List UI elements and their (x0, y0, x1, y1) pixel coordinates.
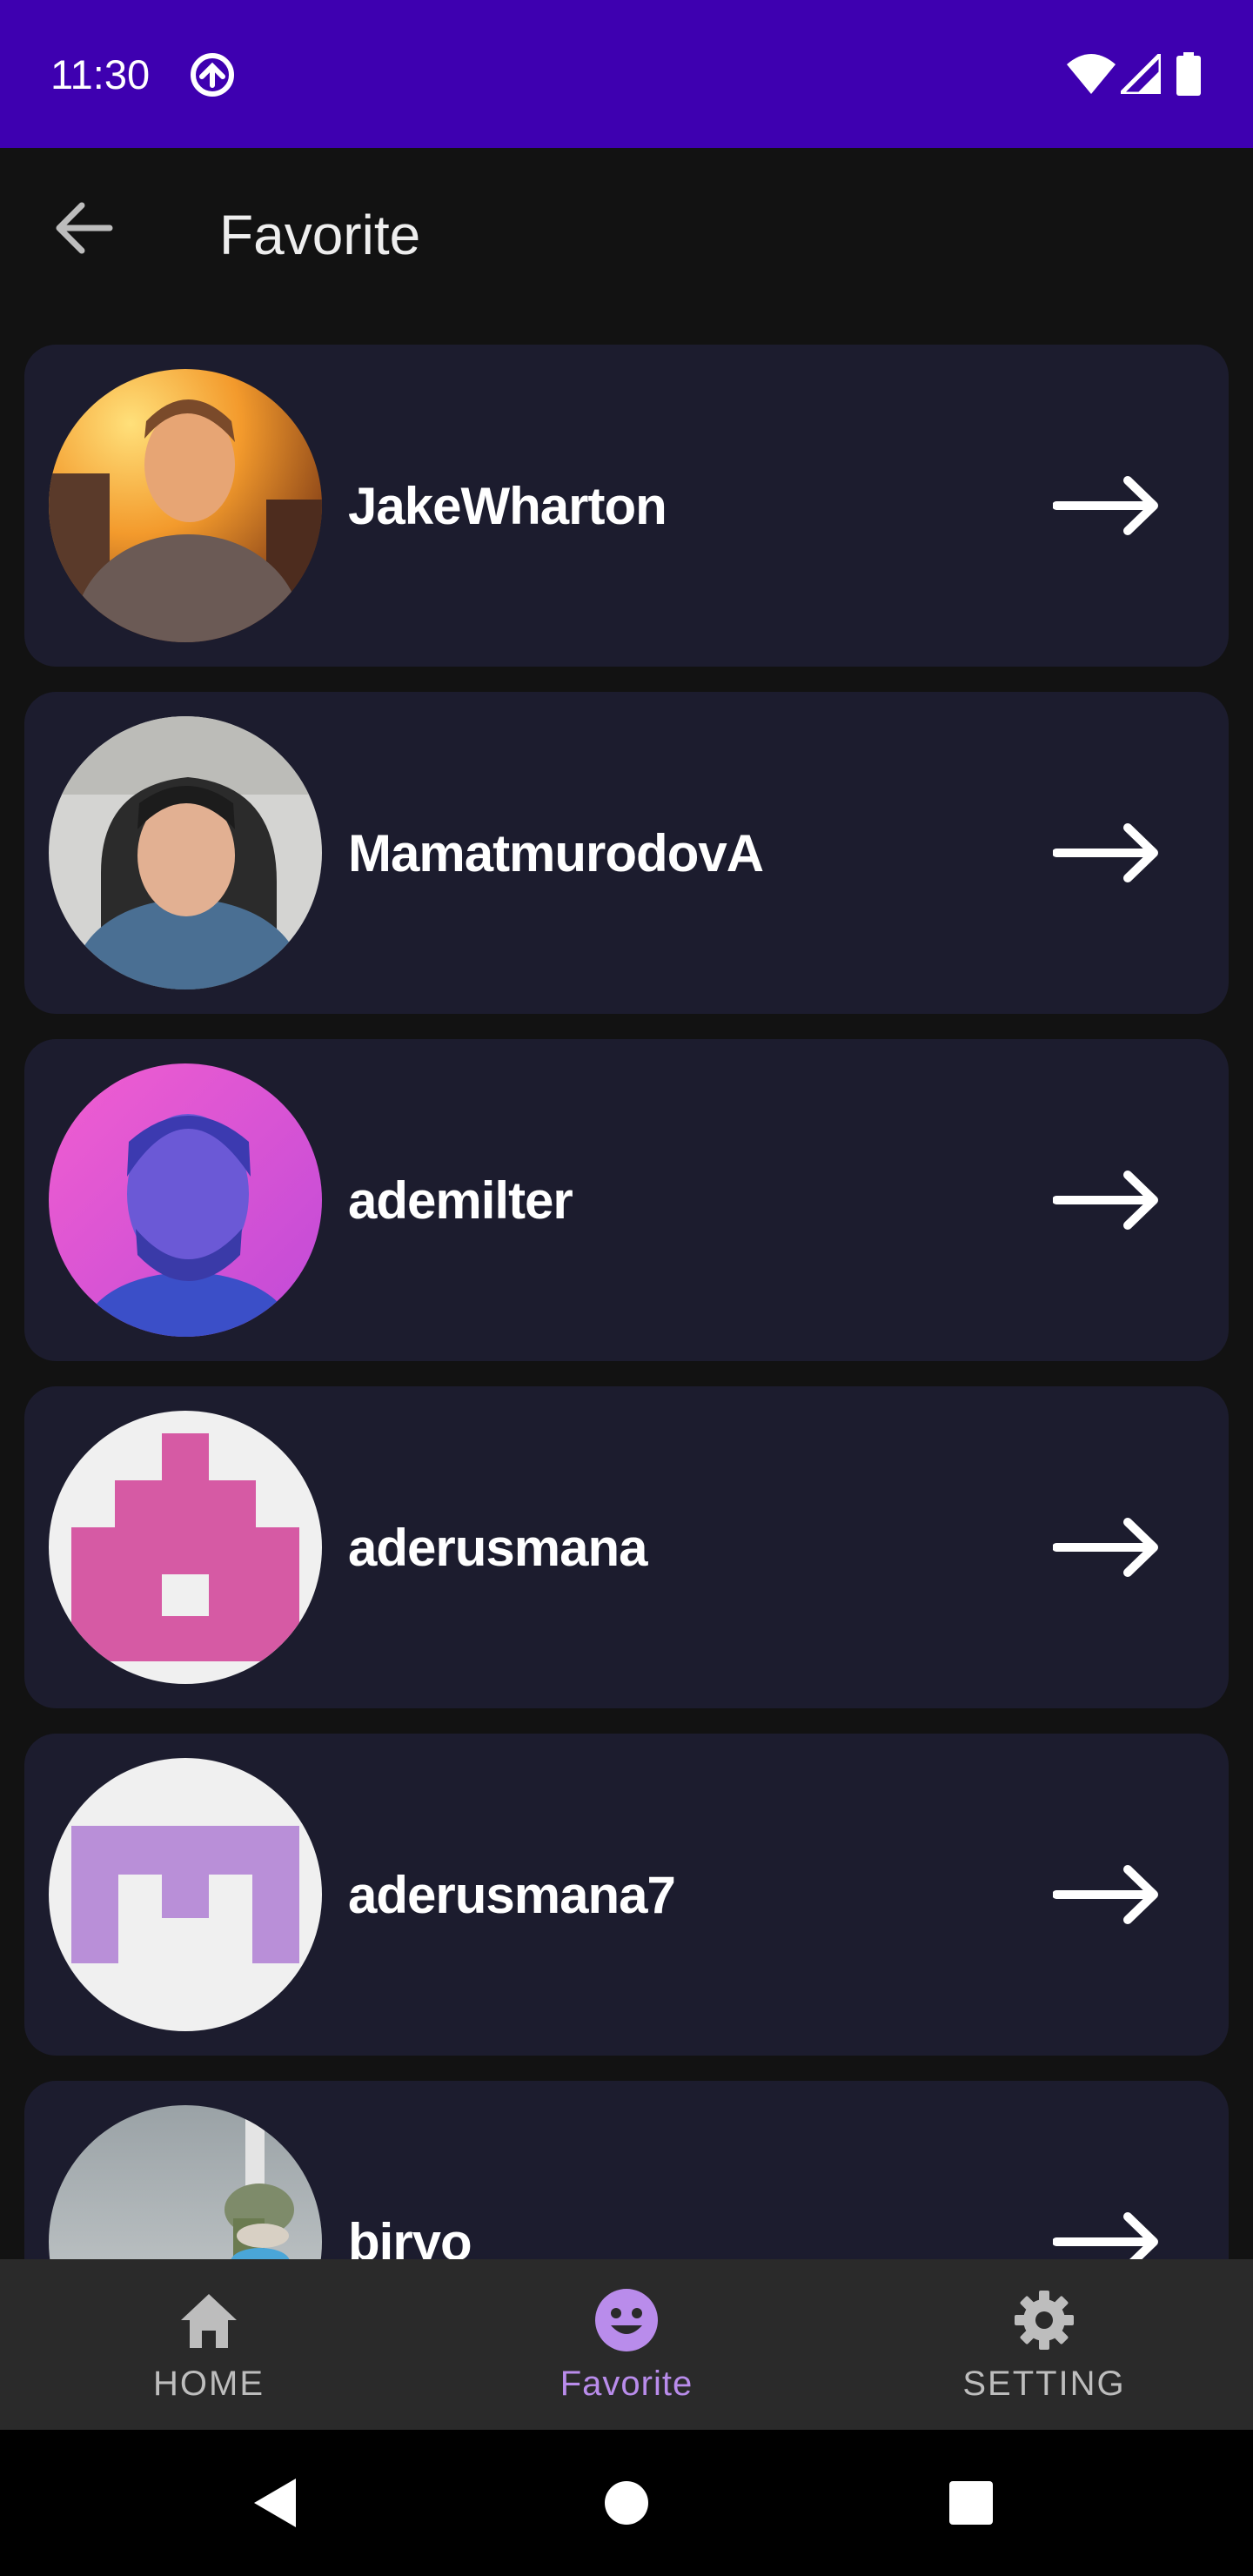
battery-icon (1176, 52, 1201, 96)
favorite-item[interactable]: JakeWharton (24, 345, 1229, 667)
username: ademilter (348, 1171, 573, 1230)
sync-icon (191, 53, 234, 97)
back-button[interactable] (38, 183, 129, 273)
favorite-item[interactable]: aderusmana7 (24, 1734, 1229, 2056)
username: MamatmurodovA (348, 824, 764, 882)
avatar (49, 2105, 322, 2259)
home-icon (181, 2294, 237, 2348)
status-time: 11:30 (50, 51, 151, 97)
username: JakeWharton (348, 477, 667, 535)
back-triangle-icon[interactable] (251, 2475, 299, 2531)
nav-setting-label: SETTING (962, 2365, 1126, 2403)
recents-square-icon[interactable] (948, 2480, 994, 2526)
favorite-item[interactable]: ademilter (24, 1039, 1229, 1361)
nav-home[interactable]: HOME (78, 2259, 339, 2430)
avatar (49, 1411, 322, 1684)
home-circle-icon[interactable] (604, 2480, 649, 2526)
username: aderusmana (348, 1519, 647, 1577)
nav-setting[interactable]: SETTING (914, 2259, 1175, 2430)
avatar (49, 1758, 322, 2031)
arrow-forward-icon[interactable] (1053, 2208, 1164, 2259)
favorite-item[interactable]: biryo (24, 2081, 1229, 2259)
username: biryo (348, 2213, 472, 2259)
page-title: Favorite (219, 204, 421, 266)
arrow-forward-icon[interactable] (1053, 1166, 1164, 1234)
arrow-forward-icon[interactable] (1053, 1861, 1164, 1929)
app-bar: Favorite (0, 148, 1253, 322)
favorite-item[interactable]: MamatmurodovA (24, 692, 1229, 1014)
status-bar: 11:30 (0, 0, 1253, 148)
system-navigation-bar (0, 2430, 1253, 2576)
arrow-forward-icon[interactable] (1053, 819, 1164, 887)
nav-favorite-label: Favorite (559, 2365, 694, 2403)
favorite-item[interactable]: aderusmana (24, 1386, 1229, 1708)
nav-home-label: HOME (153, 2365, 265, 2403)
gear-icon (1015, 2291, 1074, 2350)
nav-favorite[interactable]: Favorite (496, 2259, 757, 2430)
arrow-back-icon (56, 202, 113, 254)
arrow-forward-icon[interactable] (1053, 1513, 1164, 1581)
favorites-list: JakeWharton MamatmurodovA ademilter ader… (0, 322, 1253, 2259)
smiley-icon (595, 2289, 658, 2351)
avatar (49, 716, 322, 989)
bottom-navigation: HOME Favorite SETTING (0, 2259, 1253, 2430)
arrow-forward-icon[interactable] (1053, 472, 1164, 540)
wifi-icon (1067, 54, 1116, 94)
username: aderusmana7 (348, 1866, 676, 1924)
avatar (49, 369, 322, 642)
signal-icon (1121, 54, 1161, 94)
avatar (49, 1063, 322, 1337)
